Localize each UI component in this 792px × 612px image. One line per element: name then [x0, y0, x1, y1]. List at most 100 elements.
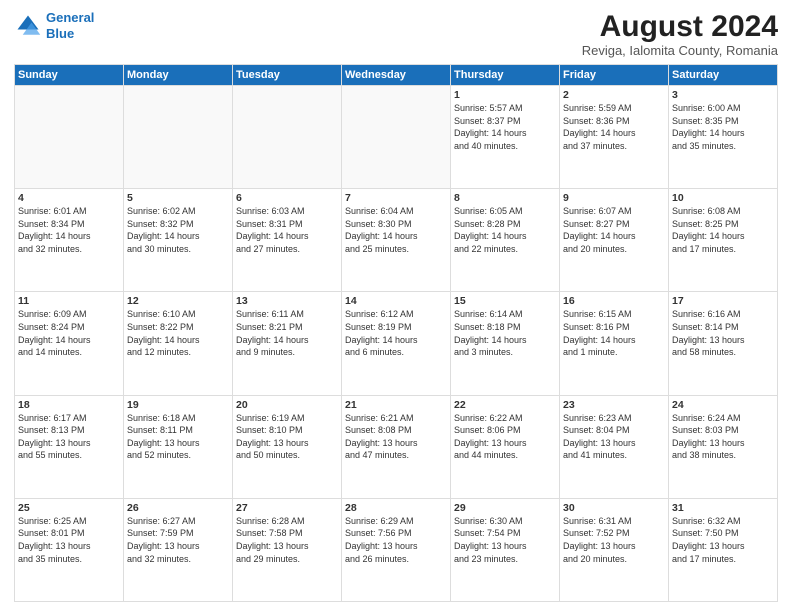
weekday-header-row: SundayMondayTuesdayWednesdayThursdayFrid…: [15, 65, 778, 86]
day-info: Sunrise: 6:05 AM Sunset: 8:28 PM Dayligh…: [454, 205, 556, 255]
week-row-4: 18Sunrise: 6:17 AM Sunset: 8:13 PM Dayli…: [15, 395, 778, 498]
day-number: 28: [345, 502, 447, 514]
calendar-cell: 11Sunrise: 6:09 AM Sunset: 8:24 PM Dayli…: [15, 292, 124, 395]
calendar-cell: 29Sunrise: 6:30 AM Sunset: 7:54 PM Dayli…: [451, 498, 560, 601]
week-row-2: 4Sunrise: 6:01 AM Sunset: 8:34 PM Daylig…: [15, 189, 778, 292]
day-number: 26: [127, 502, 229, 514]
day-number: 30: [563, 502, 665, 514]
day-number: 19: [127, 399, 229, 411]
day-number: 5: [127, 192, 229, 204]
day-info: Sunrise: 6:02 AM Sunset: 8:32 PM Dayligh…: [127, 205, 229, 255]
day-number: 29: [454, 502, 556, 514]
day-number: 10: [672, 192, 774, 204]
day-info: Sunrise: 5:59 AM Sunset: 8:36 PM Dayligh…: [563, 102, 665, 152]
day-info: Sunrise: 6:07 AM Sunset: 8:27 PM Dayligh…: [563, 205, 665, 255]
calendar-cell: 20Sunrise: 6:19 AM Sunset: 8:10 PM Dayli…: [233, 395, 342, 498]
weekday-header-thursday: Thursday: [451, 65, 560, 86]
calendar-cell: 30Sunrise: 6:31 AM Sunset: 7:52 PM Dayli…: [560, 498, 669, 601]
day-info: Sunrise: 6:14 AM Sunset: 8:18 PM Dayligh…: [454, 308, 556, 358]
day-number: 12: [127, 295, 229, 307]
logo-icon: [14, 12, 42, 40]
day-number: 16: [563, 295, 665, 307]
calendar-cell: 14Sunrise: 6:12 AM Sunset: 8:19 PM Dayli…: [342, 292, 451, 395]
day-info: Sunrise: 6:03 AM Sunset: 8:31 PM Dayligh…: [236, 205, 338, 255]
weekday-header-sunday: Sunday: [15, 65, 124, 86]
calendar-cell: 2Sunrise: 5:59 AM Sunset: 8:36 PM Daylig…: [560, 86, 669, 189]
calendar-cell: 13Sunrise: 6:11 AM Sunset: 8:21 PM Dayli…: [233, 292, 342, 395]
calendar-cell: 7Sunrise: 6:04 AM Sunset: 8:30 PM Daylig…: [342, 189, 451, 292]
day-info: Sunrise: 6:12 AM Sunset: 8:19 PM Dayligh…: [345, 308, 447, 358]
location-subtitle: Reviga, Ialomita County, Romania: [582, 43, 778, 58]
day-info: Sunrise: 6:23 AM Sunset: 8:04 PM Dayligh…: [563, 412, 665, 462]
calendar-cell: 4Sunrise: 6:01 AM Sunset: 8:34 PM Daylig…: [15, 189, 124, 292]
day-info: Sunrise: 6:01 AM Sunset: 8:34 PM Dayligh…: [18, 205, 120, 255]
calendar-cell: [342, 86, 451, 189]
calendar-cell: 31Sunrise: 6:32 AM Sunset: 7:50 PM Dayli…: [669, 498, 778, 601]
day-info: Sunrise: 6:16 AM Sunset: 8:14 PM Dayligh…: [672, 308, 774, 358]
calendar-cell: 19Sunrise: 6:18 AM Sunset: 8:11 PM Dayli…: [124, 395, 233, 498]
day-info: Sunrise: 6:29 AM Sunset: 7:56 PM Dayligh…: [345, 515, 447, 565]
calendar-cell: 9Sunrise: 6:07 AM Sunset: 8:27 PM Daylig…: [560, 189, 669, 292]
day-info: Sunrise: 5:57 AM Sunset: 8:37 PM Dayligh…: [454, 102, 556, 152]
day-info: Sunrise: 6:11 AM Sunset: 8:21 PM Dayligh…: [236, 308, 338, 358]
calendar-cell: 18Sunrise: 6:17 AM Sunset: 8:13 PM Dayli…: [15, 395, 124, 498]
calendar-cell: 12Sunrise: 6:10 AM Sunset: 8:22 PM Dayli…: [124, 292, 233, 395]
day-number: 11: [18, 295, 120, 307]
calendar-cell: 21Sunrise: 6:21 AM Sunset: 8:08 PM Dayli…: [342, 395, 451, 498]
day-number: 8: [454, 192, 556, 204]
calendar-cell: [233, 86, 342, 189]
calendar-cell: 26Sunrise: 6:27 AM Sunset: 7:59 PM Dayli…: [124, 498, 233, 601]
month-title: August 2024: [582, 10, 778, 43]
calendar-cell: 5Sunrise: 6:02 AM Sunset: 8:32 PM Daylig…: [124, 189, 233, 292]
calendar-cell: 6Sunrise: 6:03 AM Sunset: 8:31 PM Daylig…: [233, 189, 342, 292]
weekday-header-monday: Monday: [124, 65, 233, 86]
day-info: Sunrise: 6:19 AM Sunset: 8:10 PM Dayligh…: [236, 412, 338, 462]
calendar-cell: 28Sunrise: 6:29 AM Sunset: 7:56 PM Dayli…: [342, 498, 451, 601]
weekday-header-tuesday: Tuesday: [233, 65, 342, 86]
page: General Blue August 2024 Reviga, Ialomit…: [0, 0, 792, 612]
day-number: 25: [18, 502, 120, 514]
day-number: 27: [236, 502, 338, 514]
day-number: 2: [563, 89, 665, 101]
logo-general: General: [46, 10, 94, 25]
calendar-cell: 22Sunrise: 6:22 AM Sunset: 8:06 PM Dayli…: [451, 395, 560, 498]
calendar-cell: [15, 86, 124, 189]
day-info: Sunrise: 6:25 AM Sunset: 8:01 PM Dayligh…: [18, 515, 120, 565]
logo: General Blue: [14, 10, 94, 41]
calendar-cell: 15Sunrise: 6:14 AM Sunset: 8:18 PM Dayli…: [451, 292, 560, 395]
calendar-table: SundayMondayTuesdayWednesdayThursdayFrid…: [14, 64, 778, 602]
day-number: 6: [236, 192, 338, 204]
day-number: 23: [563, 399, 665, 411]
logo-blue: Blue: [46, 26, 74, 41]
day-info: Sunrise: 6:08 AM Sunset: 8:25 PM Dayligh…: [672, 205, 774, 255]
calendar-cell: 27Sunrise: 6:28 AM Sunset: 7:58 PM Dayli…: [233, 498, 342, 601]
day-number: 14: [345, 295, 447, 307]
day-info: Sunrise: 6:31 AM Sunset: 7:52 PM Dayligh…: [563, 515, 665, 565]
day-info: Sunrise: 6:27 AM Sunset: 7:59 PM Dayligh…: [127, 515, 229, 565]
day-info: Sunrise: 6:24 AM Sunset: 8:03 PM Dayligh…: [672, 412, 774, 462]
day-number: 21: [345, 399, 447, 411]
calendar-cell: 23Sunrise: 6:23 AM Sunset: 8:04 PM Dayli…: [560, 395, 669, 498]
weekday-header-friday: Friday: [560, 65, 669, 86]
day-info: Sunrise: 6:28 AM Sunset: 7:58 PM Dayligh…: [236, 515, 338, 565]
day-number: 1: [454, 89, 556, 101]
day-number: 24: [672, 399, 774, 411]
day-number: 18: [18, 399, 120, 411]
calendar-cell: 25Sunrise: 6:25 AM Sunset: 8:01 PM Dayli…: [15, 498, 124, 601]
day-info: Sunrise: 6:21 AM Sunset: 8:08 PM Dayligh…: [345, 412, 447, 462]
calendar-cell: 17Sunrise: 6:16 AM Sunset: 8:14 PM Dayli…: [669, 292, 778, 395]
week-row-3: 11Sunrise: 6:09 AM Sunset: 8:24 PM Dayli…: [15, 292, 778, 395]
calendar-cell: 16Sunrise: 6:15 AM Sunset: 8:16 PM Dayli…: [560, 292, 669, 395]
day-info: Sunrise: 6:04 AM Sunset: 8:30 PM Dayligh…: [345, 205, 447, 255]
calendar-cell: 3Sunrise: 6:00 AM Sunset: 8:35 PM Daylig…: [669, 86, 778, 189]
day-number: 3: [672, 89, 774, 101]
day-number: 9: [563, 192, 665, 204]
day-number: 17: [672, 295, 774, 307]
day-info: Sunrise: 6:32 AM Sunset: 7:50 PM Dayligh…: [672, 515, 774, 565]
day-number: 22: [454, 399, 556, 411]
day-info: Sunrise: 6:17 AM Sunset: 8:13 PM Dayligh…: [18, 412, 120, 462]
header: General Blue August 2024 Reviga, Ialomit…: [14, 10, 778, 58]
week-row-1: 1Sunrise: 5:57 AM Sunset: 8:37 PM Daylig…: [15, 86, 778, 189]
day-info: Sunrise: 6:15 AM Sunset: 8:16 PM Dayligh…: [563, 308, 665, 358]
day-number: 7: [345, 192, 447, 204]
